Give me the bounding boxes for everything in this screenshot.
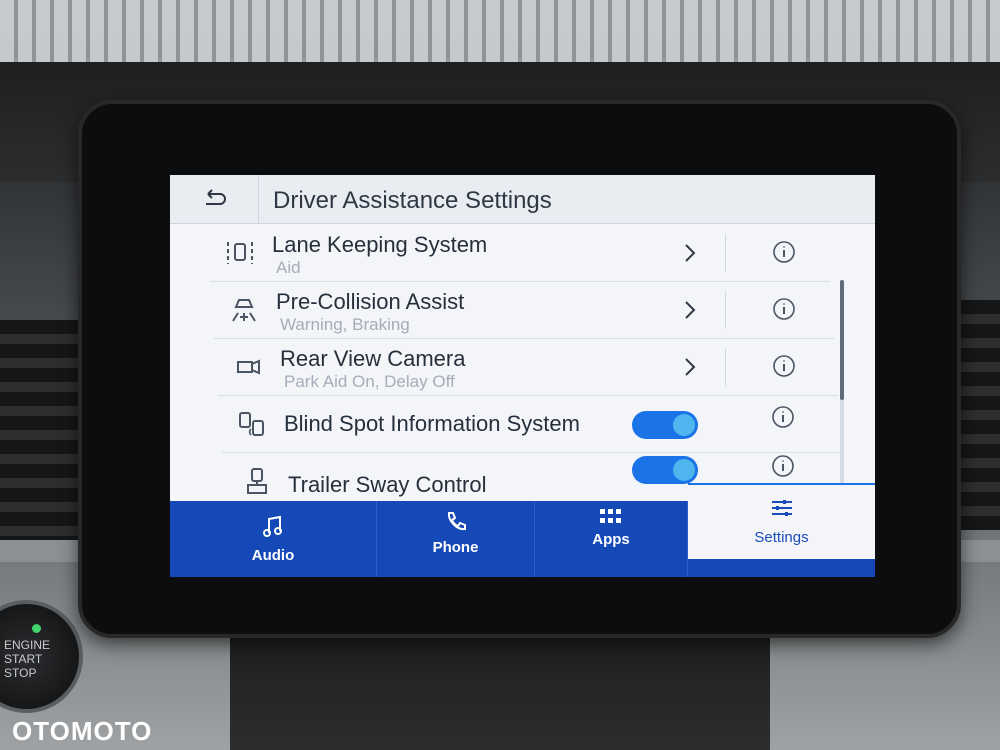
setting-label: Pre-Collision Assist: [276, 289, 465, 314]
tab-label: Audio: [251, 547, 295, 564]
tab-label: Phone: [432, 539, 479, 556]
tab-apps[interactable]: Apps: [535, 501, 688, 577]
divider: [725, 234, 726, 272]
setting-label: Lane Keeping System: [272, 232, 488, 257]
engine-button-label: ENGINE START STOP: [4, 638, 51, 680]
tab-label: Apps: [592, 531, 630, 548]
scrollbar-thumb[interactable]: [840, 280, 844, 400]
setting-row-lane-keeping[interactable]: Lane Keeping System Aid: [210, 224, 830, 282]
rear-camera-icon: [237, 359, 260, 375]
bottom-nav: Audio Phone Apps Settings: [170, 483, 875, 577]
tab-label: Settings: [754, 529, 809, 546]
page-title: Driver Assistance Settings: [273, 187, 552, 214]
setting-label: Rear View Camera: [280, 346, 466, 371]
setting-sublabel: Park Aid On, Delay Off: [284, 372, 455, 391]
apps-grid-icon: [600, 509, 621, 523]
header-bar: Driver Assistance Settings: [170, 175, 875, 224]
blind-spot-icon: [239, 412, 264, 436]
divider: [725, 291, 726, 329]
toggle-knob: [673, 459, 695, 481]
setting-row-blind-spot[interactable]: Blind Spot Information System: [222, 395, 842, 453]
info-icon[interactable]: [772, 354, 796, 378]
lane-keeping-icon: [227, 242, 253, 264]
settings-list: Lane Keeping System Aid Pre-Collision As…: [170, 224, 875, 520]
engine-start-stop-button[interactable]: ENGINE START STOP: [0, 600, 83, 713]
back-arrow-icon: [206, 189, 226, 205]
setting-sublabel: Warning, Braking: [280, 315, 410, 334]
infotainment-screen: Driver Assistance Settings Lane Keeping …: [170, 175, 875, 577]
trailer-sway-toggle[interactable]: [632, 456, 698, 484]
tab-settings[interactable]: Settings: [688, 483, 875, 559]
back-button[interactable]: [170, 175, 259, 223]
info-icon[interactable]: [772, 297, 796, 321]
info-icon[interactable]: [771, 405, 795, 429]
tab-audio[interactable]: Audio: [170, 501, 377, 577]
tab-phone[interactable]: Phone: [377, 501, 535, 577]
setting-sublabel: Aid: [276, 258, 301, 277]
watermark: OTOMOTO: [12, 716, 153, 746]
phone-icon: [447, 512, 466, 531]
sliders-icon: [771, 500, 792, 516]
toggle-knob: [673, 414, 695, 436]
chevron-right-icon[interactable]: [676, 352, 704, 382]
setting-row-rear-camera[interactable]: Rear View Camera Park Aid On, Delay Off: [218, 338, 838, 396]
divider: [725, 348, 726, 386]
chevron-right-icon[interactable]: [676, 295, 704, 325]
background-window: [0, 0, 1000, 70]
trailer-sway-icon: [247, 468, 267, 494]
chevron-right-icon[interactable]: [676, 238, 704, 268]
engine-led-icon: [32, 624, 41, 633]
setting-label: Blind Spot Information System: [284, 411, 580, 436]
setting-row-pre-collision[interactable]: Pre-Collision Assist Warning, Braking: [214, 281, 834, 339]
pre-collision-icon: [232, 299, 256, 322]
music-note-icon: [263, 515, 282, 537]
info-icon[interactable]: [772, 240, 796, 264]
info-icon[interactable]: [771, 454, 795, 478]
setting-label: Trailer Sway Control: [288, 472, 487, 497]
blind-spot-toggle[interactable]: [632, 411, 698, 439]
